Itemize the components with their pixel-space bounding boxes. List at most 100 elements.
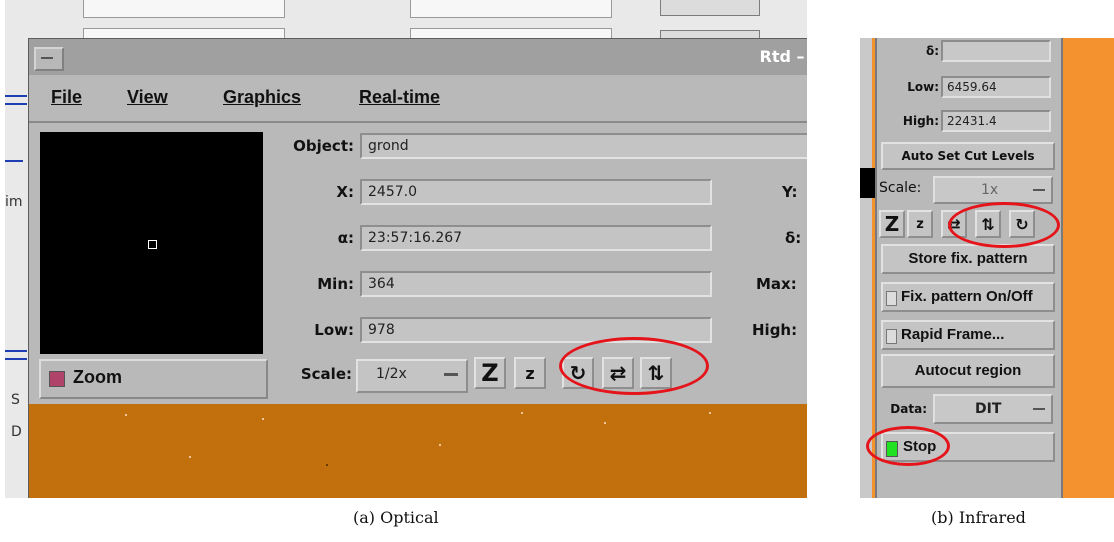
optical-screenshot: im S D Rtd – F File View Graphics Real-t… [5,0,807,498]
ir-border [860,38,872,498]
window-title: Rtd – F [759,47,808,66]
rapid-frame-checkbox[interactable] [886,329,897,344]
ir-data-select[interactable]: DIT [933,394,1053,424]
ir-flip-x-button[interactable]: ⇄ [941,210,967,238]
scale-select[interactable]: 1/2x [356,359,468,393]
menu-file-label: File [51,87,83,107]
image-display[interactable] [29,404,807,498]
y-label: Y: [782,183,798,201]
star-speck [604,422,606,424]
min-field[interactable]: 364 [360,271,712,297]
low-field[interactable]: 978 [360,317,712,343]
scale-label: Scale: [300,365,352,383]
ir-control-column: δ: Low: 6459.64 High: 22431.4 Auto Set C… [875,38,1063,498]
ir-delta-label: δ: [925,44,939,58]
background-divider [5,103,27,105]
ir-zoom-out-button[interactable]: z [907,210,933,238]
info-panel: Object: grond X: 2457.0 Y: α: 23:57:16.2… [274,129,807,401]
star-speck [262,418,264,420]
zoom-label: Zoom [73,367,122,387]
background-button [660,0,760,16]
star-speck [326,464,328,466]
menu-graphics[interactable]: Graphics [223,87,301,108]
dropdown-icon [444,373,458,376]
rtd-window: Rtd – F File View Graphics Real-time Zoo… [28,38,807,498]
ir-scale-value: 1x [981,182,999,198]
object-label: Object: [293,137,354,155]
panner-view[interactable] [40,132,263,354]
background-divider [5,350,27,352]
ir-zoom-in-button[interactable]: Z [879,210,905,238]
menu-bar: File View Graphics Real-time [29,75,807,123]
star-speck [125,414,127,416]
delta-label: δ: [785,229,802,247]
low-label: Low: [314,321,354,339]
star-speck [189,456,191,458]
background-divider [5,160,23,162]
dropdown-icon [1033,408,1045,410]
ir-high-field[interactable]: 22431.4 [941,110,1051,132]
min-label: Min: [317,275,354,293]
autocut-region-button[interactable]: Autocut region [881,354,1055,388]
star-speck [709,412,711,414]
background-text: S [11,392,20,408]
infrared-screenshot: δ: Low: 6459.64 High: 22431.4 Auto Set C… [860,38,1114,498]
alpha-field[interactable]: 23:57:16.267 [360,225,712,251]
window-menu-button[interactable] [34,47,64,71]
rotate-button[interactable]: ↻ [562,357,594,389]
flip-y-button[interactable]: ⇅ [640,357,672,389]
ir-scale-label: Scale: [879,180,922,196]
panner-cursor[interactable] [148,240,157,249]
menu-view-label: View [127,87,168,107]
ir-scale-select[interactable]: 1x [933,176,1053,204]
background-text: im [5,194,23,210]
fix-pattern-onoff-toggle[interactable]: Fix. pattern On/Off [881,282,1055,312]
background-field [83,0,285,18]
stop-led-icon [886,441,898,457]
fix-pattern-checkbox[interactable] [886,291,897,306]
auto-set-cut-levels-button[interactable]: Auto Set Cut Levels [881,142,1055,170]
background-text: D [11,424,22,440]
background-divider [5,358,27,360]
ir-low-label: Low: [907,80,939,94]
dropdown-icon [1033,189,1045,191]
title-bar[interactable]: Rtd – F [29,39,807,76]
menu-graphics-label: Graphics [223,87,302,107]
ir-black-block [860,168,876,198]
object-field[interactable]: grond [360,133,807,159]
window-menu-icon [41,57,53,59]
ir-high-label: High: [902,114,939,128]
caption-infrared: (b) Infrared [931,508,1026,527]
rapid-frame-toggle[interactable]: Rapid Frame... [881,320,1055,350]
flip-x-button[interactable]: ⇄ [602,357,634,389]
ir-flip-y-button[interactable]: ⇅ [975,210,1001,238]
fix-pattern-onoff-label: Fix. pattern On/Off [901,288,1033,305]
menu-view[interactable]: View [127,87,168,108]
scale-value: 1/2x [376,366,407,382]
ir-low-field[interactable]: 6459.64 [941,76,1051,98]
alpha-label: α: [337,229,354,247]
caption-optical: (a) Optical [353,508,439,527]
zoom-out-button[interactable]: z [514,357,546,389]
zoom-in-button[interactable]: Z [474,357,506,389]
ir-delta-field[interactable] [941,40,1051,62]
menu-realtime-label: Real-time [359,87,441,107]
high-label: High: [752,321,798,339]
ir-rotate-button[interactable]: ↻ [1009,210,1035,238]
menu-realtime[interactable]: Real-time [359,87,440,108]
max-label: Max: [756,275,797,293]
zoom-checkbox[interactable] [49,371,65,387]
ir-data-value: DIT [975,401,1002,417]
x-field[interactable]: 2457.0 [360,179,712,205]
background-field [410,0,612,18]
zoom-toggle[interactable]: Zoom [39,359,268,399]
x-label: X: [336,183,354,201]
stop-button[interactable]: Stop [881,432,1055,462]
stop-label: Stop [903,438,937,455]
menu-file[interactable]: File [51,87,82,108]
ir-data-label: Data: [890,402,927,416]
store-fix-pattern-button[interactable]: Store fix. pattern [881,244,1055,274]
rapid-frame-label: Rapid Frame... [901,326,1005,343]
star-speck [439,444,441,446]
background-divider [5,95,27,97]
